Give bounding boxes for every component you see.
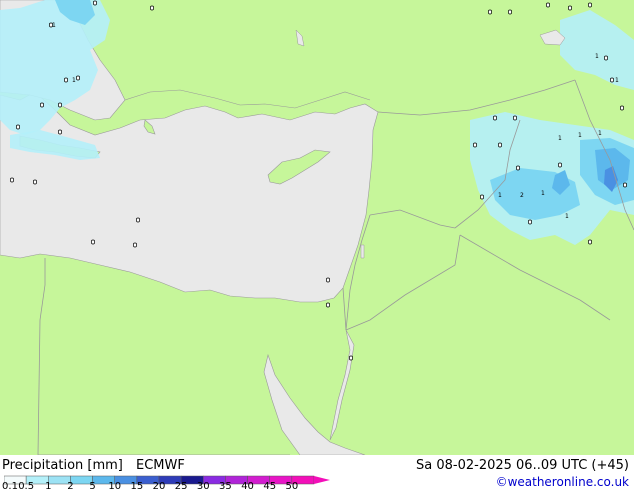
legend-tick-label: 35: [219, 481, 232, 492]
legend-tick-label: 40: [241, 481, 254, 492]
station-value: 1: [615, 77, 619, 84]
station-value: 1: [598, 130, 602, 137]
legend-tick-label: 20: [152, 481, 166, 492]
station-value: 1: [565, 213, 569, 220]
legend-tick-label: 25: [174, 481, 188, 492]
station-marker: [326, 302, 330, 308]
station-marker: [528, 219, 532, 225]
dead-sea: [360, 244, 365, 259]
legend-tick-label: 0.1: [2, 481, 18, 492]
legend-arrow: [314, 476, 330, 484]
station-marker: [508, 9, 512, 15]
station-marker: [604, 55, 608, 61]
station-marker: [480, 194, 484, 200]
station-marker: [93, 0, 97, 6]
station-marker: [568, 5, 572, 11]
legend-tick-label: 45: [263, 481, 277, 492]
legend-tick-label: 50: [285, 481, 299, 492]
station-value: 1: [72, 77, 76, 84]
station-marker: [513, 115, 517, 121]
station-marker: [150, 5, 154, 11]
station-value: 1: [578, 132, 582, 139]
station-marker: [136, 217, 140, 223]
model-name: ECMWF: [136, 458, 185, 473]
station-value: 1: [541, 190, 545, 197]
station-marker: [498, 142, 502, 148]
legend-tick-label: 5: [89, 481, 96, 492]
station-marker: [58, 129, 62, 135]
station-marker: [58, 102, 62, 108]
station-marker: [610, 77, 614, 83]
legend-tick-label: 30: [196, 481, 210, 492]
station-marker: [76, 75, 80, 81]
station-marker: [133, 242, 137, 248]
station-value: 1: [558, 135, 562, 142]
station-marker: [588, 2, 592, 8]
station-marker: [473, 142, 477, 148]
station-marker: [516, 165, 520, 171]
station-marker: [558, 162, 562, 168]
legend-tick-label: 2: [67, 481, 74, 492]
station-marker: [16, 124, 20, 130]
station-marker: [10, 177, 14, 183]
station-marker: [588, 239, 592, 245]
station-marker: [349, 355, 353, 361]
legend-tick-label: 15: [130, 481, 144, 492]
station-marker: [33, 179, 37, 185]
station-value: 1: [52, 22, 56, 29]
valid-time: Sa 08-02-2025 06..09 UTC (+45): [416, 458, 629, 473]
station-value: 1: [498, 192, 502, 199]
map-footer: Precipitation [mm] ECMWF Sa 08-02-2025 0…: [0, 455, 634, 492]
precipitation-map: 1 2 1 1 1 1 1 1 1 1 1: [0, 0, 634, 455]
station-marker: [326, 277, 330, 283]
map-title: Precipitation [mm]: [2, 458, 123, 473]
credit-link[interactable]: ©weatheronline.co.uk: [496, 476, 629, 488]
legend-tick-label: 10: [108, 481, 122, 492]
legend-tick-label: 1: [45, 481, 52, 492]
station-value: 2: [520, 192, 524, 199]
legend-tick-label: 0.5: [18, 481, 35, 492]
station-marker: [91, 239, 95, 245]
station-marker: [64, 77, 68, 83]
station-marker: [493, 115, 497, 121]
station-marker: [620, 105, 624, 111]
station-marker: [546, 2, 550, 8]
station-marker: [488, 9, 492, 15]
station-marker: [40, 102, 44, 108]
station-marker: [623, 182, 627, 188]
station-value: 1: [595, 53, 599, 60]
